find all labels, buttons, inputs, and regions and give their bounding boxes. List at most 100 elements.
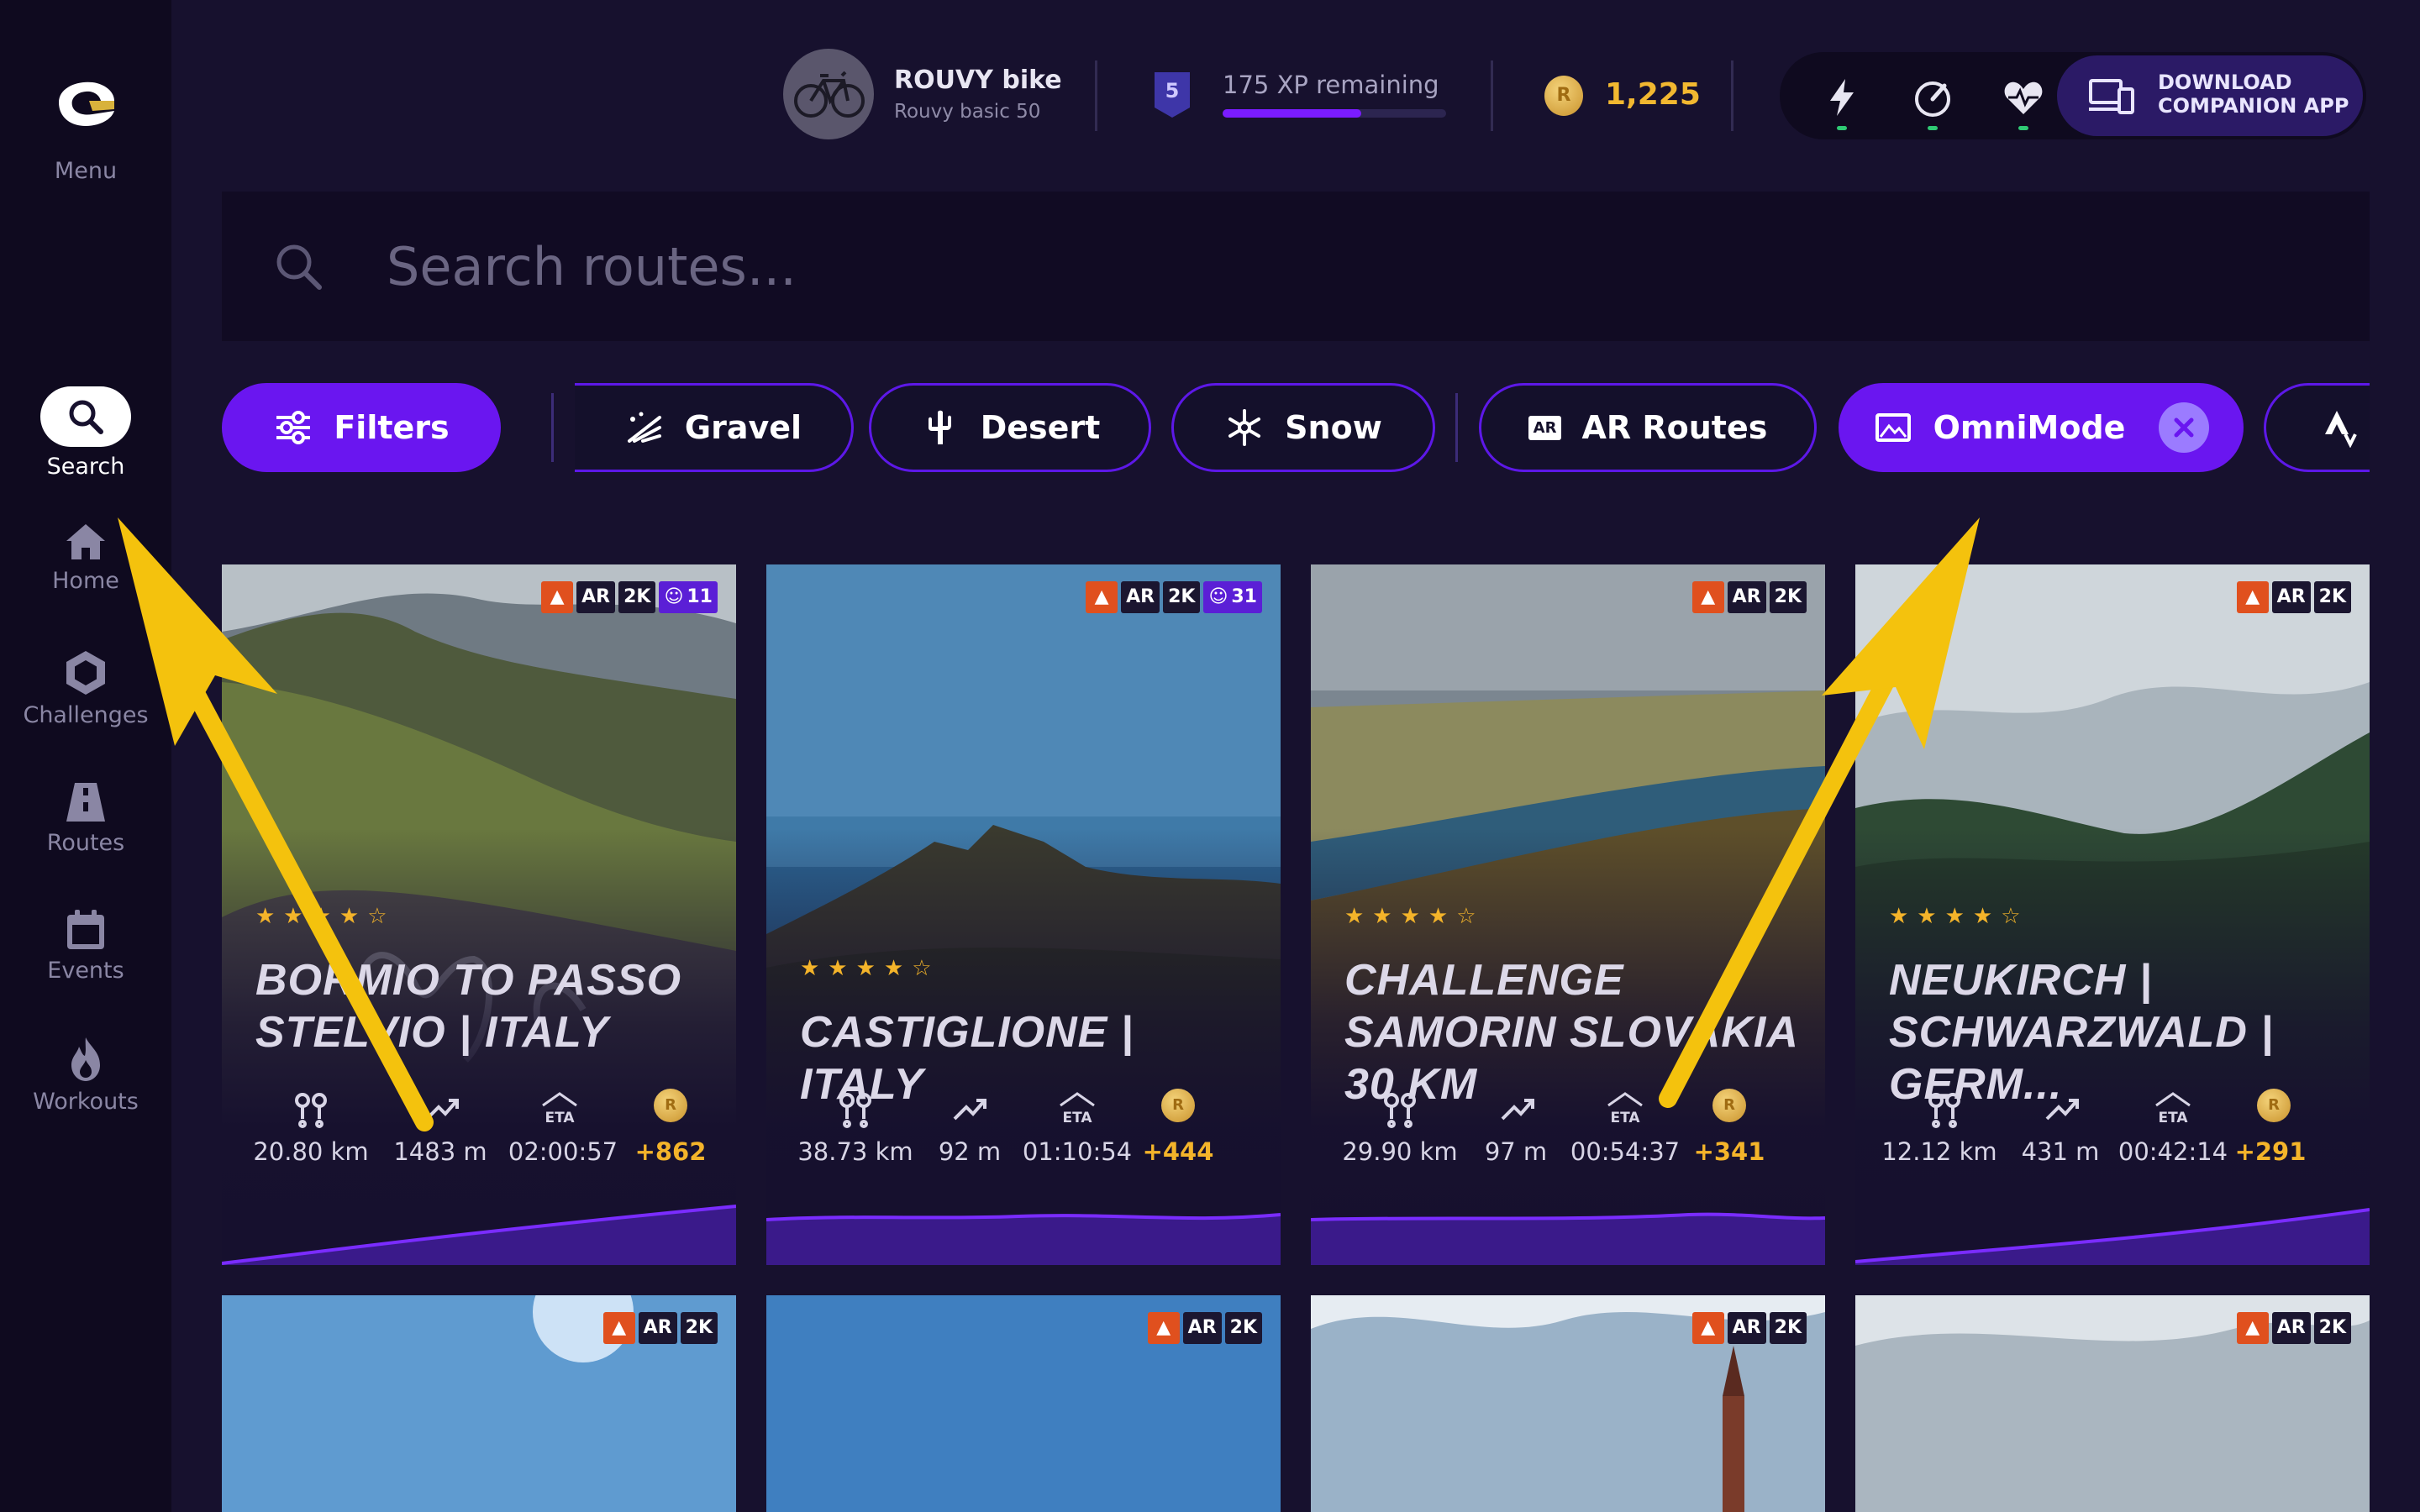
- cactus-icon: [928, 410, 951, 444]
- participants-badge: ☺ 11: [659, 581, 718, 613]
- sidebar-item-label: Home: [52, 568, 119, 594]
- divider: [551, 393, 554, 462]
- rating-stars: ★★★★☆: [1344, 904, 1485, 929]
- route-stats: 12.12 km 431 m 00:42:14 +291: [1855, 1137, 2370, 1171]
- people-icon: ☺: [1208, 586, 1228, 607]
- card-badges: ▲ AR 2K: [1147, 1312, 1262, 1344]
- route-card[interactable]: ▲ AR 2K: [1311, 1295, 1825, 1512]
- route-stats: 38.73 km 92 m 01:10:54 +444: [766, 1137, 1281, 1171]
- ar-badge: AR: [2271, 581, 2311, 613]
- hexagon-icon: [66, 651, 105, 695]
- elevation-profile: [766, 1213, 1281, 1265]
- coin-icon: R: [654, 1089, 687, 1122]
- chip-gravel[interactable]: Gravel: [575, 383, 854, 472]
- svg-text:ETA: ETA: [544, 1110, 575, 1126]
- companion-label: DOWNLOAD COMPANION APP: [2158, 71, 2349, 118]
- menu-label: Menu: [54, 158, 118, 184]
- sidebar-item-search[interactable]: Search: [0, 386, 171, 480]
- sidebar-item-workouts[interactable]: Workouts: [0, 1035, 171, 1115]
- distance-pins-icon: [839, 1093, 871, 1128]
- remove-omnimode-button[interactable]: [2159, 402, 2210, 453]
- coin-reward-value: +341: [1693, 1137, 1765, 1166]
- search-icon: [276, 244, 322, 290]
- strava-badge-icon: ▲: [541, 581, 574, 613]
- search-input[interactable]: [387, 228, 2235, 304]
- card-badges: ▲ AR 2K ☺ 11: [541, 581, 718, 613]
- distance-value: 12.12 km: [1881, 1137, 1997, 1166]
- sidebar-item-challenges[interactable]: Challenges: [0, 648, 171, 728]
- chip-desert-label: Desert: [980, 409, 1101, 446]
- devices-icon: [2089, 79, 2134, 114]
- resolution-badge: 2K: [680, 1312, 718, 1344]
- ar-icon: AR: [1528, 415, 1562, 440]
- route-title: NEUKIRCH | SCHWARZWALD | GERM...: [1889, 956, 2274, 1109]
- sidebar-item-routes[interactable]: Routes: [0, 780, 171, 856]
- sidebar-item-home[interactable]: Home: [0, 521, 171, 594]
- route-card[interactable]: ▲ AR 2K ★★★★☆ NEUKIRCH | SCHWARZWALD | G…: [1855, 564, 2370, 1265]
- eta-icon: ETA: [1060, 1092, 1095, 1126]
- people-icon: ☺: [664, 586, 684, 607]
- distance-value: 38.73 km: [797, 1137, 913, 1166]
- eta-icon: ETA: [1607, 1092, 1643, 1126]
- heart-rate-icon[interactable]: [2002, 76, 2045, 119]
- gravel-icon: [627, 412, 661, 443]
- chip-strava[interactable]: [2264, 383, 2370, 472]
- route-card[interactable]: ▲ AR 2K ☺ 11 ★★★★☆ BORMIO TO PASSO STELVI…: [222, 564, 736, 1265]
- bike-subtitle: Rouvy basic 50: [894, 101, 1041, 123]
- elevation-value: 431 m: [2021, 1137, 2100, 1166]
- ar-badge: AR: [576, 581, 616, 613]
- sidebar-item-label: Workouts: [33, 1089, 139, 1115]
- chip-gravel-label: Gravel: [684, 409, 802, 446]
- strava-icon: [2325, 411, 2357, 448]
- cadence-gauge-icon[interactable]: [1911, 76, 1954, 119]
- chip-omnimode[interactable]: OmniMode: [1839, 383, 2244, 472]
- sidebar-item-label: Search: [46, 454, 125, 480]
- card-badges: ▲ AR 2K: [1691, 581, 1807, 613]
- divider: [1455, 393, 1458, 462]
- card-badges: ▲ AR 2K: [1691, 1312, 1807, 1344]
- route-card[interactable]: ▲ AR 2K: [222, 1295, 736, 1512]
- route-card[interactable]: ▲ AR 2K ★★★★☆ CHALLENGE SAMORIN SLOVAKIA…: [1311, 564, 1825, 1265]
- power-status-dot: [1837, 126, 1847, 130]
- route-card[interactable]: ▲ AR 2K: [1855, 1295, 2370, 1512]
- search-bar[interactable]: [222, 192, 2370, 341]
- chip-omnimode-label: OmniMode: [1933, 409, 2126, 446]
- ar-badge: AR: [1727, 1312, 1766, 1344]
- sidebar-item-label: Challenges: [23, 702, 149, 728]
- bike-name: ROUVY bike: [894, 66, 1062, 95]
- ar-badge: AR: [1727, 581, 1766, 613]
- chip-desert[interactable]: Desert: [869, 383, 1151, 472]
- svg-text:ETA: ETA: [1062, 1110, 1092, 1126]
- route-card[interactable]: ▲ AR 2K ☺ 31 ★★★★☆ CASTIGLIONE | ITALY ET…: [766, 564, 1281, 1265]
- ar-badge: AR: [2271, 1312, 2311, 1344]
- ar-badge: AR: [1121, 581, 1160, 613]
- chip-snow[interactable]: Snow: [1171, 383, 1435, 472]
- distance-pins-icon: [1384, 1093, 1416, 1128]
- resolution-badge: 2K: [1769, 581, 1807, 613]
- eta-icon: ETA: [2155, 1092, 2191, 1126]
- filters-button[interactable]: Filters: [222, 383, 501, 472]
- route-card[interactable]: ▲ AR 2K: [766, 1295, 1281, 1512]
- elevation-profile: [1855, 1208, 2370, 1265]
- elevation-trend-icon: [425, 1099, 459, 1121]
- strava-badge-icon: ▲: [2236, 1312, 2269, 1344]
- ar-badge: AR: [1182, 1312, 1222, 1344]
- sidebar-item-events[interactable]: Events: [0, 907, 171, 984]
- download-companion-app-button[interactable]: DOWNLOAD COMPANION APP: [2057, 55, 2363, 136]
- power-lightning-icon[interactable]: [1820, 76, 1864, 119]
- eta-value: 02:00:57: [508, 1137, 618, 1166]
- participants-badge: ☺ 31: [1203, 581, 1262, 613]
- landscape-frame-icon: [1875, 413, 1911, 442]
- xp-remaining: 175 XP remaining: [1223, 71, 1439, 99]
- elevation-trend-icon: [1501, 1099, 1534, 1121]
- chip-ar-routes[interactable]: AR AR Routes: [1479, 383, 1817, 472]
- search-icon: [69, 400, 103, 434]
- coin-icon: R: [2257, 1089, 2291, 1122]
- svg-text:ETA: ETA: [1610, 1110, 1640, 1126]
- elevation-value: 1483 m: [393, 1137, 487, 1166]
- stat-icons: ETA R: [222, 1089, 736, 1132]
- chip-snow-label: Snow: [1285, 409, 1382, 446]
- xp-bar: [1223, 109, 1446, 118]
- divider: [1731, 60, 1733, 131]
- road-icon: [66, 783, 105, 822]
